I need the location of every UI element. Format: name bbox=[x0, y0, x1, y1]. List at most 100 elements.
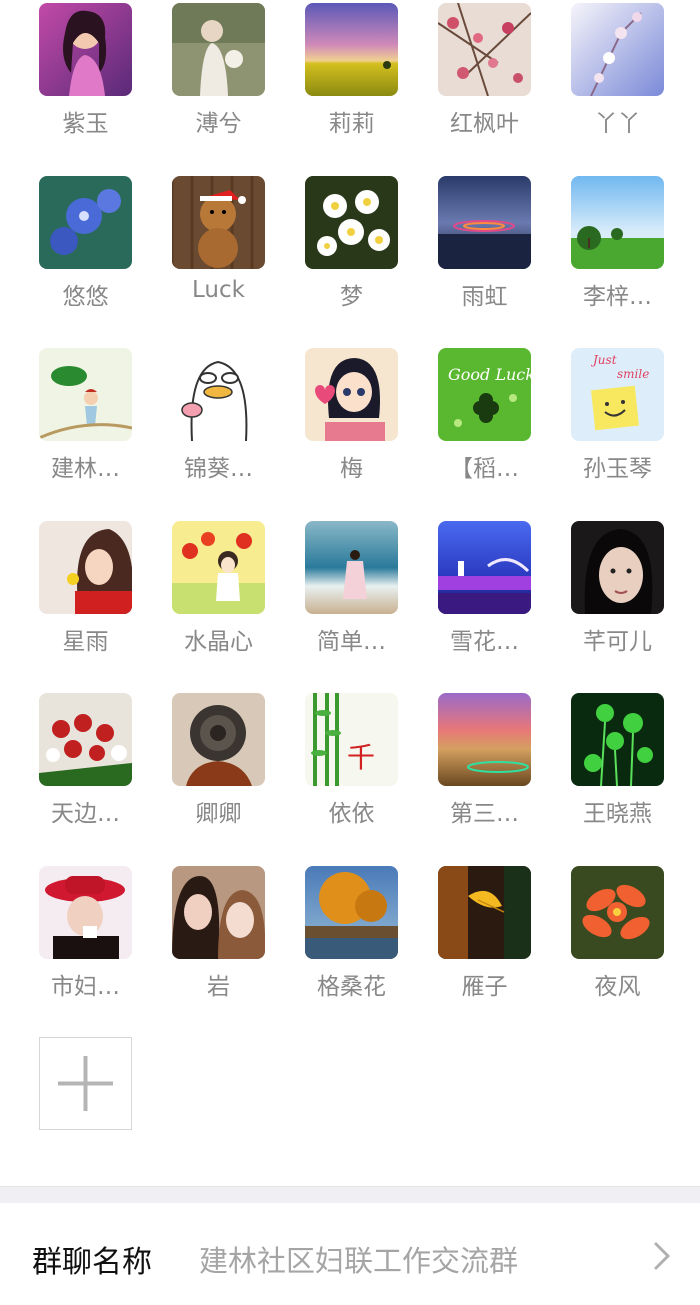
member-name: Luck bbox=[192, 276, 245, 303]
member-item[interactable]: 悠悠 bbox=[19, 173, 152, 346]
svg-text:smile: smile bbox=[617, 367, 649, 381]
member-name: 锦葵… bbox=[184, 456, 253, 482]
member-item[interactable]: 市妇… bbox=[19, 863, 152, 1036]
avatar[interactable]: Good Luck bbox=[438, 348, 531, 441]
member-name: 雨虹 bbox=[461, 283, 508, 310]
member-name: 王晓燕 bbox=[583, 801, 652, 827]
avatar[interactable] bbox=[571, 865, 664, 959]
member-item[interactable]: 李梓… bbox=[551, 173, 684, 346]
avatar[interactable] bbox=[305, 348, 398, 441]
member-grid: 紫玉 溥兮 莉莉 红枫叶 丫丫 悠悠 Luck 梦 雨虹 李梓… 建林… 锦葵…… bbox=[0, 0, 700, 1035]
member-item[interactable]: 红枫叶 bbox=[418, 0, 551, 173]
member-item[interactable]: 天边… bbox=[19, 690, 152, 863]
member-name: 第三… bbox=[450, 801, 519, 827]
avatar[interactable] bbox=[305, 175, 398, 269]
avatar[interactable] bbox=[172, 348, 265, 441]
member-item[interactable]: 梅 bbox=[285, 345, 418, 518]
avatar[interactable] bbox=[172, 3, 265, 96]
member-name: 夜风 bbox=[594, 973, 641, 1000]
plus-icon bbox=[58, 1056, 113, 1111]
avatar[interactable]: Just smile bbox=[571, 348, 664, 441]
member-name: 卿卿 bbox=[195, 801, 242, 827]
member-name: 溥兮 bbox=[195, 111, 242, 137]
member-name: 建林… bbox=[51, 456, 120, 482]
avatar[interactable] bbox=[39, 520, 132, 614]
member-item[interactable]: 星雨 bbox=[19, 518, 152, 691]
member-name: 莉莉 bbox=[328, 111, 375, 137]
member-name: 孙玉琴 bbox=[583, 456, 652, 482]
chevron-right-icon bbox=[654, 1242, 670, 1270]
member-name: 依依 bbox=[328, 801, 375, 827]
member-name: 悠悠 bbox=[62, 283, 109, 310]
member-item[interactable]: 溥兮 bbox=[152, 0, 285, 173]
member-item[interactable]: 岩 bbox=[152, 863, 285, 1036]
member-item[interactable]: 紫玉 bbox=[19, 0, 152, 173]
avatar[interactable] bbox=[438, 693, 531, 786]
member-item[interactable]: 水晶心 bbox=[152, 518, 285, 691]
avatar[interactable] bbox=[571, 693, 664, 786]
avatar[interactable] bbox=[172, 865, 265, 959]
member-item[interactable]: Just smile 孙玉琴 bbox=[551, 345, 684, 518]
member-name: 星雨 bbox=[62, 628, 109, 655]
member-name: 李梓… bbox=[583, 283, 652, 310]
member-item[interactable]: 夜风 bbox=[551, 863, 684, 1036]
member-name: 市妇… bbox=[51, 973, 120, 1000]
avatar[interactable] bbox=[438, 3, 531, 96]
svg-text:Good Luck: Good Luck bbox=[448, 365, 531, 384]
member-item[interactable]: 建林… bbox=[19, 345, 152, 518]
svg-text:Just: Just bbox=[590, 353, 617, 367]
svg-text:千: 千 bbox=[347, 741, 375, 774]
member-item[interactable]: 简单… bbox=[285, 518, 418, 691]
member-item[interactable]: 莉莉 bbox=[285, 0, 418, 173]
member-name: 水晶心 bbox=[184, 628, 253, 655]
member-name: 天边… bbox=[51, 801, 120, 827]
avatar[interactable] bbox=[571, 520, 664, 614]
member-item[interactable]: 王晓燕 bbox=[551, 690, 684, 863]
avatar[interactable] bbox=[39, 348, 132, 441]
member-item[interactable]: 格桑花 bbox=[285, 863, 418, 1036]
member-item[interactable]: 丫丫 bbox=[551, 0, 684, 173]
member-item[interactable]: 芊可儿 bbox=[551, 518, 684, 691]
add-member-button[interactable] bbox=[39, 1037, 132, 1130]
member-name: 【稻… bbox=[450, 456, 519, 482]
group-name-label: 群聊名称 bbox=[32, 1245, 152, 1280]
section-separator bbox=[0, 1186, 700, 1203]
member-name: 雪花… bbox=[450, 628, 519, 655]
member-item[interactable]: 第三… bbox=[418, 690, 551, 863]
avatar[interactable] bbox=[39, 175, 132, 269]
member-item[interactable]: 锦葵… bbox=[152, 345, 285, 518]
member-name: 梅 bbox=[340, 456, 363, 482]
avatar[interactable]: 千 bbox=[305, 693, 398, 786]
avatar[interactable] bbox=[172, 175, 265, 269]
member-item[interactable]: 雁子 bbox=[418, 863, 551, 1036]
avatar[interactable] bbox=[438, 865, 531, 959]
avatar[interactable] bbox=[438, 175, 531, 269]
member-item[interactable]: 雪花… bbox=[418, 518, 551, 691]
avatar[interactable] bbox=[172, 693, 265, 786]
member-item[interactable]: Luck bbox=[152, 173, 285, 346]
avatar[interactable] bbox=[39, 865, 132, 959]
group-name-value: 建林社区妇联工作交流群 bbox=[199, 1244, 519, 1278]
member-name: 格桑花 bbox=[317, 973, 386, 1000]
member-name: 岩 bbox=[207, 973, 230, 1000]
group-name-row[interactable]: 群聊名称 建林社区妇联工作交流群 bbox=[0, 1203, 700, 1305]
member-name: 梦 bbox=[340, 283, 363, 310]
avatar[interactable] bbox=[571, 3, 664, 96]
member-name: 雁子 bbox=[461, 973, 508, 1000]
avatar[interactable] bbox=[305, 3, 398, 96]
member-item[interactable]: 卿卿 bbox=[152, 690, 285, 863]
member-name: 红枫叶 bbox=[450, 111, 519, 137]
avatar[interactable] bbox=[172, 520, 265, 614]
avatar[interactable] bbox=[571, 175, 664, 269]
avatar[interactable] bbox=[438, 520, 531, 614]
member-item[interactable]: 雨虹 bbox=[418, 173, 551, 346]
member-item[interactable]: 梦 bbox=[285, 173, 418, 346]
member-item[interactable]: 千 依依 bbox=[285, 690, 418, 863]
member-name: 芊可儿 bbox=[583, 628, 652, 655]
avatar[interactable] bbox=[305, 520, 398, 614]
avatar[interactable] bbox=[305, 865, 398, 959]
member-item[interactable]: Good Luck 【稻… bbox=[418, 345, 551, 518]
member-name: 紫玉 bbox=[62, 111, 109, 137]
avatar[interactable] bbox=[39, 693, 132, 786]
avatar[interactable] bbox=[39, 3, 132, 96]
